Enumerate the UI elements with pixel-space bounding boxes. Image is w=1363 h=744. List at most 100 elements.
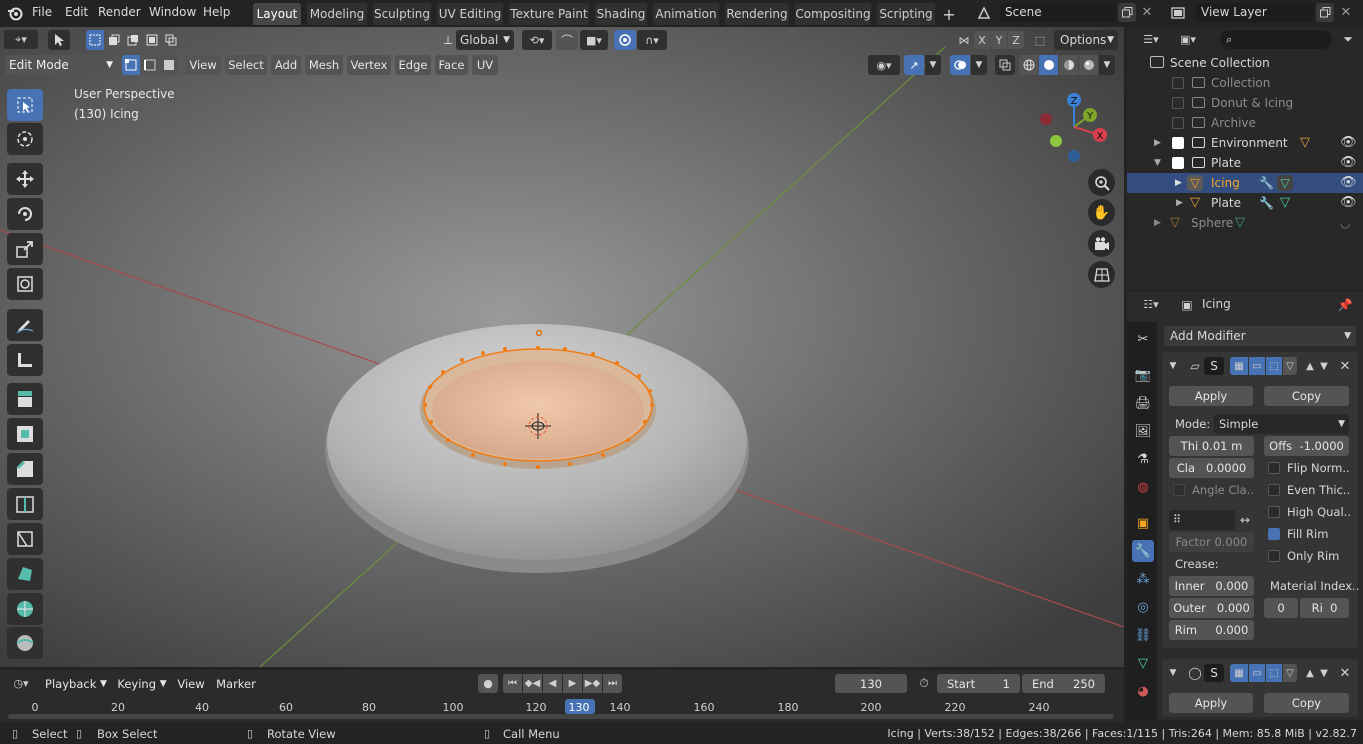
crease-outer-field[interactable]: Outer 0.000 (1169, 598, 1254, 618)
outliner-item-archive[interactable]: Archive (1130, 113, 1360, 133)
edit-mode-display-icon[interactable]: ▦ (1230, 357, 1248, 375)
tab-compositing[interactable]: Compositing (795, 3, 871, 25)
move-up-icon[interactable]: ▲ (1303, 664, 1317, 682)
tool-extrude[interactable] (7, 383, 43, 415)
menu-select[interactable]: Select (225, 55, 267, 75)
tool-measure[interactable] (7, 344, 43, 376)
object-properties-tab-icon[interactable]: ▣ (1132, 512, 1154, 534)
outliner-item-plate-object[interactable]: ▶ ▽ Plate 🔧 ▽ 👁 (1130, 193, 1360, 213)
copy-scene-icon[interactable] (1118, 3, 1136, 22)
menu-marker[interactable]: Marker (212, 674, 260, 693)
face-select-mode-icon[interactable] (160, 55, 178, 75)
tool-bevel[interactable] (7, 453, 43, 485)
transform-orientation-dropdown[interactable]: Global ▼ (456, 30, 514, 50)
pivot-point-icon[interactable]: ⟲▾ (522, 30, 552, 50)
auto-merge-icon[interactable]: ⬚ (1030, 31, 1050, 49)
visibility-selectability-icon[interactable]: ◉▾ (868, 55, 900, 75)
move-down-icon[interactable]: ▼ (1317, 664, 1331, 682)
exclude-checkbox[interactable] (1172, 117, 1184, 129)
tool-transform[interactable] (7, 268, 43, 300)
tool-move[interactable] (7, 163, 43, 195)
view-layer-properties-tab-icon[interactable]: 🖼 (1132, 420, 1154, 442)
tab-animation[interactable]: Animation (653, 3, 719, 25)
tool-inset[interactable] (7, 418, 43, 450)
select-mode-extend-icon[interactable] (105, 30, 123, 50)
menu-edge[interactable]: Edge (395, 55, 431, 75)
camera-view-icon[interactable] (1088, 230, 1115, 257)
timeline-editor-type-icon[interactable]: ◷▾ (5, 674, 37, 693)
overlays-dropdown-icon[interactable]: ▼ (971, 55, 987, 75)
move-up-icon[interactable]: ▲ (1303, 357, 1317, 375)
outliner-search-input[interactable]: ⌕ (1220, 30, 1332, 49)
thickness-field[interactable]: Thi 0.01 m (1169, 436, 1254, 456)
copy-button[interactable]: Copy (1264, 386, 1349, 406)
visibility-eye-icon[interactable]: 👁 (1340, 193, 1357, 213)
menu-face[interactable]: Face (435, 55, 468, 75)
add-workspace-icon[interactable]: + (940, 4, 958, 24)
jump-start-icon[interactable]: ⏮ (503, 674, 522, 693)
play-reverse-icon[interactable]: ◀ (543, 674, 562, 693)
zoom-icon[interactable] (1088, 169, 1115, 196)
visibility-eye-icon[interactable]: 👁 (1340, 133, 1357, 153)
tab-texture-paint[interactable]: Texture Paint (509, 3, 589, 25)
auto-keying-icon[interactable]: ● (478, 674, 498, 693)
physics-properties-tab-icon[interactable]: ◎ (1132, 596, 1154, 618)
collapse-arrow-icon[interactable]: ▼ (1166, 357, 1180, 375)
pan-hand-icon[interactable]: ✋ (1088, 199, 1115, 226)
current-frame-field[interactable]: 130 (835, 674, 907, 693)
tab-modeling[interactable]: Modeling (307, 3, 367, 25)
tool-rotate[interactable] (7, 198, 43, 230)
remove-modifier-icon[interactable]: ✕ (1337, 664, 1353, 682)
cage-display-icon[interactable]: ▽ (1283, 357, 1297, 375)
only-rim-checkbox[interactable] (1268, 550, 1280, 562)
crease-rim-field[interactable]: Rim 0.000 (1169, 620, 1254, 640)
hidden-eye-icon[interactable]: ◡ (1340, 213, 1350, 233)
overlays-toggle-icon[interactable] (950, 55, 970, 75)
perspective-toggle-icon[interactable] (1088, 261, 1115, 288)
tool-cursor[interactable] (7, 123, 43, 155)
falloff-icon[interactable]: ∩▾ (637, 30, 667, 50)
modifier-name-field[interactable]: S (1204, 664, 1224, 682)
mirror-x-toggle[interactable]: X (974, 31, 990, 49)
snap-target-icon[interactable]: ■▾ (580, 30, 608, 50)
menu-keying[interactable]: Keying ▼ (113, 674, 171, 693)
outliner-editor-type-icon[interactable]: ☰▾ (1135, 30, 1167, 49)
apply-button[interactable]: Apply (1169, 386, 1253, 406)
menu-timeline-view[interactable]: View (174, 674, 208, 693)
copy-button[interactable]: Copy (1264, 693, 1349, 713)
expand-arrow-icon[interactable]: ▶ (1154, 133, 1161, 153)
apply-button[interactable]: Apply (1169, 693, 1253, 713)
cage-display-icon[interactable]: ▽ (1283, 664, 1297, 682)
outliner-item-icing[interactable]: ▶ ▽ Icing 🔧 ▽ 👁 (1127, 173, 1363, 193)
expand-arrow-icon[interactable]: ▶ (1175, 173, 1182, 193)
scene-properties-tab-icon[interactable]: ⚗ (1132, 448, 1154, 470)
outliner-item-environment[interactable]: ▶ Environment ▽ 👁 (1130, 133, 1360, 153)
menu-vertex[interactable]: Vertex (347, 55, 391, 75)
visibility-eye-icon[interactable]: 👁 (1340, 153, 1357, 173)
render-display-icon[interactable]: ⬚ (1266, 664, 1282, 682)
constraints-properties-tab-icon[interactable]: ⛓ (1132, 624, 1154, 646)
outliner-item-donut-icing[interactable]: Donut & Icing (1130, 93, 1360, 113)
select-mode-subtract-icon[interactable] (124, 30, 142, 50)
flip-normals-checkbox[interactable] (1268, 462, 1280, 474)
factor-field[interactable]: Factor 0.000 (1169, 532, 1254, 552)
outliner-scene-collection[interactable]: Scene Collection (1130, 53, 1360, 73)
jump-next-keyframe-icon[interactable]: ▶◆ (583, 674, 602, 693)
render-properties-tab-icon[interactable]: 📷 (1132, 364, 1154, 386)
menu-playback[interactable]: Playback ▼ (42, 674, 110, 693)
start-frame-field[interactable]: Start 1 (937, 674, 1020, 693)
properties-editor-type-icon[interactable]: ☷▾ (1135, 295, 1167, 314)
xray-toggle-icon[interactable] (995, 55, 1015, 75)
outliner-item-collection[interactable]: Collection (1130, 73, 1360, 93)
collapse-arrow-icon[interactable]: ▼ (1166, 664, 1180, 682)
tool-knife[interactable] (7, 523, 43, 555)
select-tool-icon[interactable] (48, 30, 70, 50)
shading-rendered-icon[interactable] (1079, 55, 1098, 75)
scene-icon[interactable] (970, 3, 998, 23)
menu-uv[interactable]: UV (472, 55, 498, 75)
jump-end-icon[interactable]: ⏭ (603, 674, 622, 693)
remove-view-layer-icon[interactable]: ✕ (1337, 3, 1355, 22)
modifier-properties-tab-icon[interactable]: 🔧 (1132, 540, 1154, 562)
angle-clamp-checkbox[interactable] (1173, 484, 1185, 496)
modifier-name-field[interactable]: S (1204, 357, 1224, 375)
